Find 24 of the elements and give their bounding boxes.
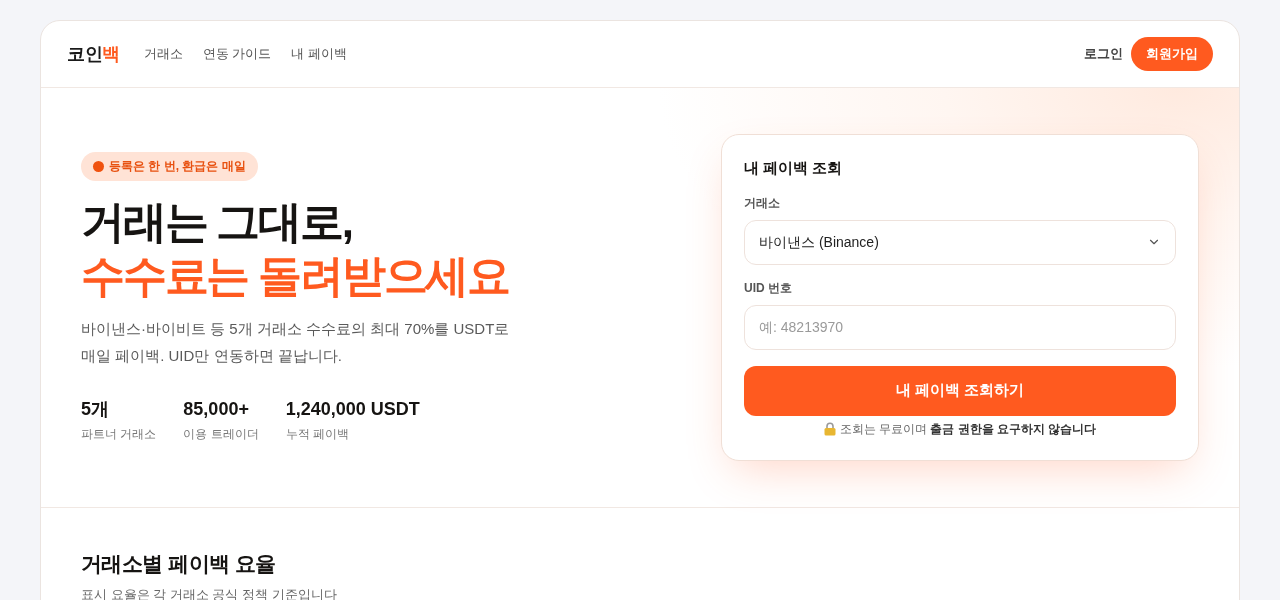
select-value: 바이낸스 (Binance) bbox=[759, 232, 879, 252]
section-title: 거래소별 페이백 요율 bbox=[81, 550, 277, 577]
nav-link[interactable]: 내 페이백 bbox=[291, 44, 347, 64]
badge-text: 등록은 한 번, 환급은 매일 bbox=[109, 158, 246, 176]
logo[interactable]: 코인백 bbox=[67, 40, 120, 68]
stat-label: 파트너 거래소 bbox=[81, 425, 157, 443]
headline-line: 거래는 그대로, bbox=[81, 195, 353, 248]
stat-value: 1,240,000 USDT bbox=[285, 397, 420, 421]
stat-label: 누적 페이백 bbox=[285, 425, 351, 443]
card-title: 내 페이백 조회 bbox=[744, 158, 844, 178]
stat-label: 이용 트레이더 bbox=[183, 425, 259, 443]
exchange-select[interactable]: 바이낸스 (Binance) bbox=[744, 219, 1176, 265]
field-label: UID 번호 bbox=[744, 279, 793, 297]
security-note: 조회는 무료이며 출금 권한을 요구하지 않습니다 bbox=[839, 420, 1097, 438]
stat-value: 5개 bbox=[81, 397, 110, 421]
lock-icon bbox=[823, 421, 836, 436]
hero-description: 바이낸스·바이비트 등 5개 거래소 수수료의 최대 70%를 USDT로 매일 페이백. UID만 연동하면 끝납니다. bbox=[81, 318, 511, 366]
login-link[interactable]: 로그인 bbox=[1084, 44, 1123, 64]
uid-input-field[interactable]: 예: 48213970 bbox=[744, 304, 1176, 350]
headline-line: 수수료는 돌려받으세요 bbox=[81, 249, 511, 302]
nav-link[interactable]: 거래소 bbox=[143, 44, 183, 64]
stat-value: 85,000+ bbox=[183, 397, 250, 421]
nav-link[interactable]: 연동 가이드 bbox=[202, 44, 272, 64]
field-label: 거래소 bbox=[744, 194, 781, 212]
